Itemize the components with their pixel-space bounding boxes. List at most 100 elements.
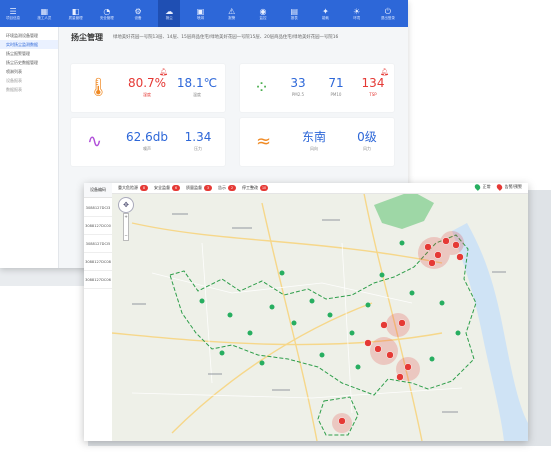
table-row[interactable]: 3088127DC00 bbox=[84, 218, 112, 235]
thermometer-icon: 🌡 bbox=[87, 77, 110, 98]
sidebar-item-dust-alarm[interactable]: 扬尘报警管理 bbox=[0, 49, 58, 58]
temperature-metric: 18.1℃ 温度 bbox=[173, 76, 221, 98]
sidebar-item-env-devices[interactable]: 环境监测设备管理 bbox=[0, 31, 58, 40]
sidebar-item-dust-history[interactable]: 扬尘历史数据管理 bbox=[0, 58, 58, 67]
temperature-label: 温度 bbox=[193, 92, 201, 97]
city-map[interactable]: 重大危险源 8 安全监督 6 质量监督 3 告示 2 停工整改 10 正常 告警/预警 ✥… bbox=[112, 183, 528, 441]
count-badge: 3 bbox=[204, 185, 212, 191]
filter-safety-supervision[interactable]: 安全监督 6 bbox=[154, 185, 180, 191]
map-window: 设备编码 3088127DCI3 3088127DC00 3088127DCI5… bbox=[84, 183, 528, 441]
report-icon: ▤ bbox=[290, 6, 298, 16]
cloud-icon: ☁ bbox=[165, 6, 174, 16]
sidebar-item-device-report[interactable]: 设备报表 bbox=[0, 76, 58, 85]
nav-item-energy[interactable]: ✦ 能耗 bbox=[314, 0, 336, 27]
quality-icon: ◧ bbox=[71, 6, 80, 16]
zoom-slider[interactable]: + − bbox=[123, 213, 129, 241]
legend-normal-label: 正常 bbox=[482, 184, 491, 189]
power-icon: ⏻ bbox=[384, 6, 392, 16]
wind-direction-metric: 东南 风向 bbox=[286, 130, 342, 152]
pm25-label: PM2.5 bbox=[291, 92, 305, 97]
nav-item-dust[interactable]: ☁ 扬尘 bbox=[158, 0, 181, 27]
particulate-card: ⁘ 🔔︎ 33 PM2.5 71 PM10 134 TSP bbox=[240, 64, 394, 112]
green-pin-icon bbox=[473, 183, 482, 191]
sidebar-item-realtime-dust[interactable]: 实时扬尘监测数据 bbox=[0, 40, 58, 49]
tsp-value: 134 bbox=[361, 76, 385, 90]
top-navigation: ☰ 项目信息 ▦ 施工人员 ◧ 质量管理 ◔ 安全管理 ⚙ 设备 ☁ 扬尘 ▣ 喷淋 ⚠ 报警 … bbox=[0, 0, 408, 27]
bell-alert-icon: 🔔︎ bbox=[380, 68, 389, 76]
nav-item-alarm[interactable]: ⚠ 报警 bbox=[221, 0, 243, 27]
workers-icon: ▦ bbox=[40, 6, 49, 16]
count-badge: 6 bbox=[172, 185, 180, 191]
humidity-label: 湿度 bbox=[143, 92, 151, 97]
pm25-metric: 33 PM2.5 bbox=[282, 76, 314, 97]
map-legend: 正常 告警/预警 bbox=[469, 183, 522, 191]
count-badge: 8 bbox=[140, 185, 148, 191]
pressure-label: 压力 bbox=[194, 146, 202, 151]
wind-icon: ≈ bbox=[256, 131, 272, 152]
pressure-metric: 1.34 压力 bbox=[175, 130, 221, 152]
wind-level-value: 0级 bbox=[357, 130, 377, 144]
map-toolbar: 重大危险源 8 安全监督 6 质量监督 3 告示 2 停工整改 10 bbox=[112, 183, 528, 194]
nav-item-quality[interactable]: ◧ 质量管理 bbox=[64, 0, 86, 27]
red-pin-icon bbox=[495, 183, 504, 191]
sidebar-item-spray-list[interactable]: 喷淋列表 bbox=[0, 67, 58, 76]
noise-pressure-card: ∿ 62.6db 噪声 1.34 压力 bbox=[71, 118, 225, 166]
pm10-value: 71 bbox=[328, 76, 344, 90]
page-title: 扬尘管理 bbox=[71, 33, 103, 42]
nav-item-report[interactable]: ▤ 报表 bbox=[283, 0, 305, 27]
sound-wave-icon: ∿ bbox=[87, 131, 103, 152]
filter-major-hazards[interactable]: 重大危险源 8 bbox=[118, 185, 148, 191]
warning-icon: ⚠ bbox=[228, 6, 236, 16]
bell-alert-icon: 🔔︎ bbox=[159, 68, 168, 76]
table-row[interactable]: 3088127DCI5 bbox=[84, 236, 112, 253]
safety-icon: ◔ bbox=[103, 6, 111, 16]
pm10-metric: 71 PM10 bbox=[320, 76, 352, 97]
project-breadcrumb[interactable]: 绿地美好花园一号院13层、14层、15层商品住宅/绿地美好花园一号院15层、20… bbox=[113, 34, 408, 40]
nav-item-environment[interactable]: ☀ 环境 bbox=[346, 0, 368, 27]
filter-quality-supervision[interactable]: 质量监督 3 bbox=[186, 185, 212, 191]
nav-item-safety[interactable]: ◔ 安全管理 bbox=[96, 0, 118, 27]
sidebar: 环境监测设备管理 实时扬尘监测数据 扬尘报警管理 扬尘历史数据管理 喷淋列表 设… bbox=[0, 27, 59, 268]
pressure-value: 1.34 bbox=[184, 130, 212, 144]
nav-item-project[interactable]: ☰ 项目信息 bbox=[2, 0, 24, 27]
pm10-label: PM10 bbox=[330, 92, 342, 97]
temp-humidity-card: 🌡 🔔︎ 80.7% 湿度 18.1℃ 温度 bbox=[71, 64, 225, 112]
zoom-out-button[interactable]: − bbox=[124, 233, 128, 238]
wind-direction-label: 风向 bbox=[310, 146, 318, 151]
count-badge: 2 bbox=[228, 185, 236, 191]
sidebar-item-data-report[interactable]: 数据报表 bbox=[0, 85, 58, 94]
camera-icon: ◉ bbox=[259, 6, 267, 16]
noise-metric: 62.6db 噪声 bbox=[121, 130, 173, 152]
humidity-metric: 80.7% 湿度 bbox=[123, 76, 171, 98]
project-icon: ☰ bbox=[9, 6, 17, 16]
noise-value: 62.6db bbox=[126, 130, 168, 144]
nav-item-logout[interactable]: ⏻ 退出登录 bbox=[377, 0, 399, 27]
spray-icon: ▣ bbox=[196, 6, 205, 16]
table-row[interactable]: 3088127DC08 bbox=[84, 254, 112, 271]
gear-icon: ⚙ bbox=[134, 6, 142, 16]
count-badge: 10 bbox=[260, 185, 268, 191]
wind-level-metric: 0级 风力 bbox=[344, 130, 390, 152]
map-canvas bbox=[112, 183, 528, 441]
nav-item-monitor[interactable]: ◉ 监控 bbox=[252, 0, 274, 27]
temperature-value: 18.1℃ bbox=[176, 76, 218, 90]
pm25-value: 33 bbox=[290, 76, 306, 90]
zoom-in-button[interactable]: + bbox=[124, 214, 128, 219]
energy-icon: ✦ bbox=[322, 6, 329, 16]
particles-icon: ⁘ bbox=[254, 77, 270, 98]
pan-control[interactable]: ✥ bbox=[118, 197, 134, 213]
nav-item-equipment[interactable]: ⚙ 设备 bbox=[127, 0, 149, 27]
sun-icon: ☀ bbox=[353, 6, 361, 16]
wind-card: ≈ 东南 风向 0级 风力 bbox=[240, 118, 394, 166]
nav-item-spray[interactable]: ▣ 喷淋 bbox=[189, 0, 211, 27]
filter-notices[interactable]: 告示 2 bbox=[218, 185, 236, 191]
tsp-metric: 134 TSP bbox=[356, 76, 390, 97]
filter-stop-work[interactable]: 停工整改 10 bbox=[242, 185, 268, 191]
legend-alarm-label: 告警/预警 bbox=[504, 184, 522, 189]
tsp-label: TSP bbox=[369, 92, 377, 97]
table-row[interactable]: 3088127DC06 bbox=[84, 272, 112, 289]
table-row[interactable]: 3088127DCI3 bbox=[84, 200, 112, 217]
wind-level-label: 风力 bbox=[363, 146, 371, 151]
humidity-value: 80.7% bbox=[127, 76, 167, 90]
nav-item-workers[interactable]: ▦ 施工人员 bbox=[33, 0, 55, 27]
